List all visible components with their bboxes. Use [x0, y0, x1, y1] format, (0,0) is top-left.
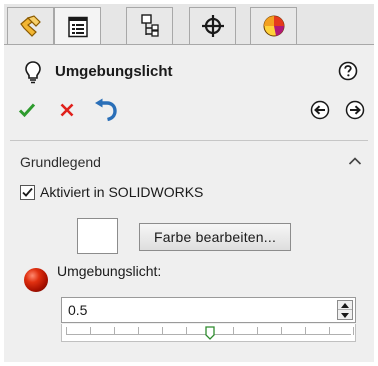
- help-icon[interactable]: [338, 61, 358, 81]
- accept-checkmark-icon[interactable]: [18, 102, 36, 118]
- slider-tick: [90, 327, 91, 335]
- spin-up-button[interactable]: [338, 301, 352, 310]
- ambient-value-field: [61, 297, 356, 323]
- tab-configuration-manager[interactable]: [126, 7, 173, 44]
- slider-tick: [114, 327, 115, 335]
- slider-tick: [186, 327, 187, 335]
- value-spinner: [337, 300, 353, 320]
- enabled-checkbox-row[interactable]: Aktiviert in SOLIDWORKS: [20, 182, 203, 202]
- slider-tick: [353, 327, 354, 335]
- slider-thumb[interactable]: [205, 326, 215, 340]
- ambient-label: Umgebungslicht:: [57, 263, 162, 279]
- ambient-sphere-icon: [24, 268, 48, 292]
- light-bulb-icon: [25, 61, 41, 84]
- next-arrow-icon[interactable]: [345, 100, 365, 120]
- section-divider: [10, 140, 368, 141]
- slider-tick: [257, 327, 258, 335]
- spin-up-icon: [341, 302, 349, 308]
- feature-manager-icon: [19, 15, 41, 37]
- chevron-up-icon[interactable]: [348, 156, 362, 166]
- action-row: [4, 96, 374, 122]
- previous-arrow-icon[interactable]: [310, 100, 330, 120]
- property-manager-panel: Umgebungslicht Grundlegend Aktiviert in …: [4, 4, 374, 362]
- slider-tick: [162, 327, 163, 335]
- enabled-checkbox[interactable]: [20, 184, 35, 200]
- slider-tick: [305, 327, 306, 335]
- spin-down-button[interactable]: [338, 311, 352, 320]
- display-manager-icon: [263, 15, 284, 37]
- tabs-divider: [4, 44, 374, 45]
- property-manager-icon: [67, 16, 88, 37]
- slider-tick: [233, 327, 234, 335]
- title-row: Umgebungslicht: [4, 60, 374, 86]
- tab-property-manager[interactable]: [54, 7, 101, 45]
- section-title-grundlegend: Grundlegend: [20, 154, 101, 170]
- configuration-manager-icon: [140, 14, 159, 37]
- slider-tick: [281, 327, 282, 335]
- edit-color-button[interactable]: Farbe bearbeiten...: [139, 223, 291, 251]
- manager-tabs: [4, 4, 374, 45]
- dimxpert-manager-icon: [201, 15, 224, 37]
- tab-display-manager[interactable]: [250, 7, 297, 44]
- spin-down-icon: [341, 313, 349, 318]
- check-icon: [22, 187, 33, 197]
- checkbox-label: Aktiviert in SOLIDWORKS: [40, 184, 204, 200]
- slider-tick: [66, 327, 67, 335]
- ambient-value-input[interactable]: [62, 298, 334, 322]
- color-swatch[interactable]: [77, 218, 118, 254]
- slider-tick: [138, 327, 139, 335]
- tab-feature-manager[interactable]: [7, 7, 54, 44]
- cancel-x-icon[interactable]: [59, 102, 75, 118]
- ambient-slider[interactable]: [61, 324, 356, 342]
- page-title: Umgebungslicht: [55, 63, 173, 80]
- undo-icon[interactable]: [93, 98, 119, 122]
- slider-tick: [329, 327, 330, 335]
- tab-dimxpert-manager[interactable]: [189, 7, 236, 44]
